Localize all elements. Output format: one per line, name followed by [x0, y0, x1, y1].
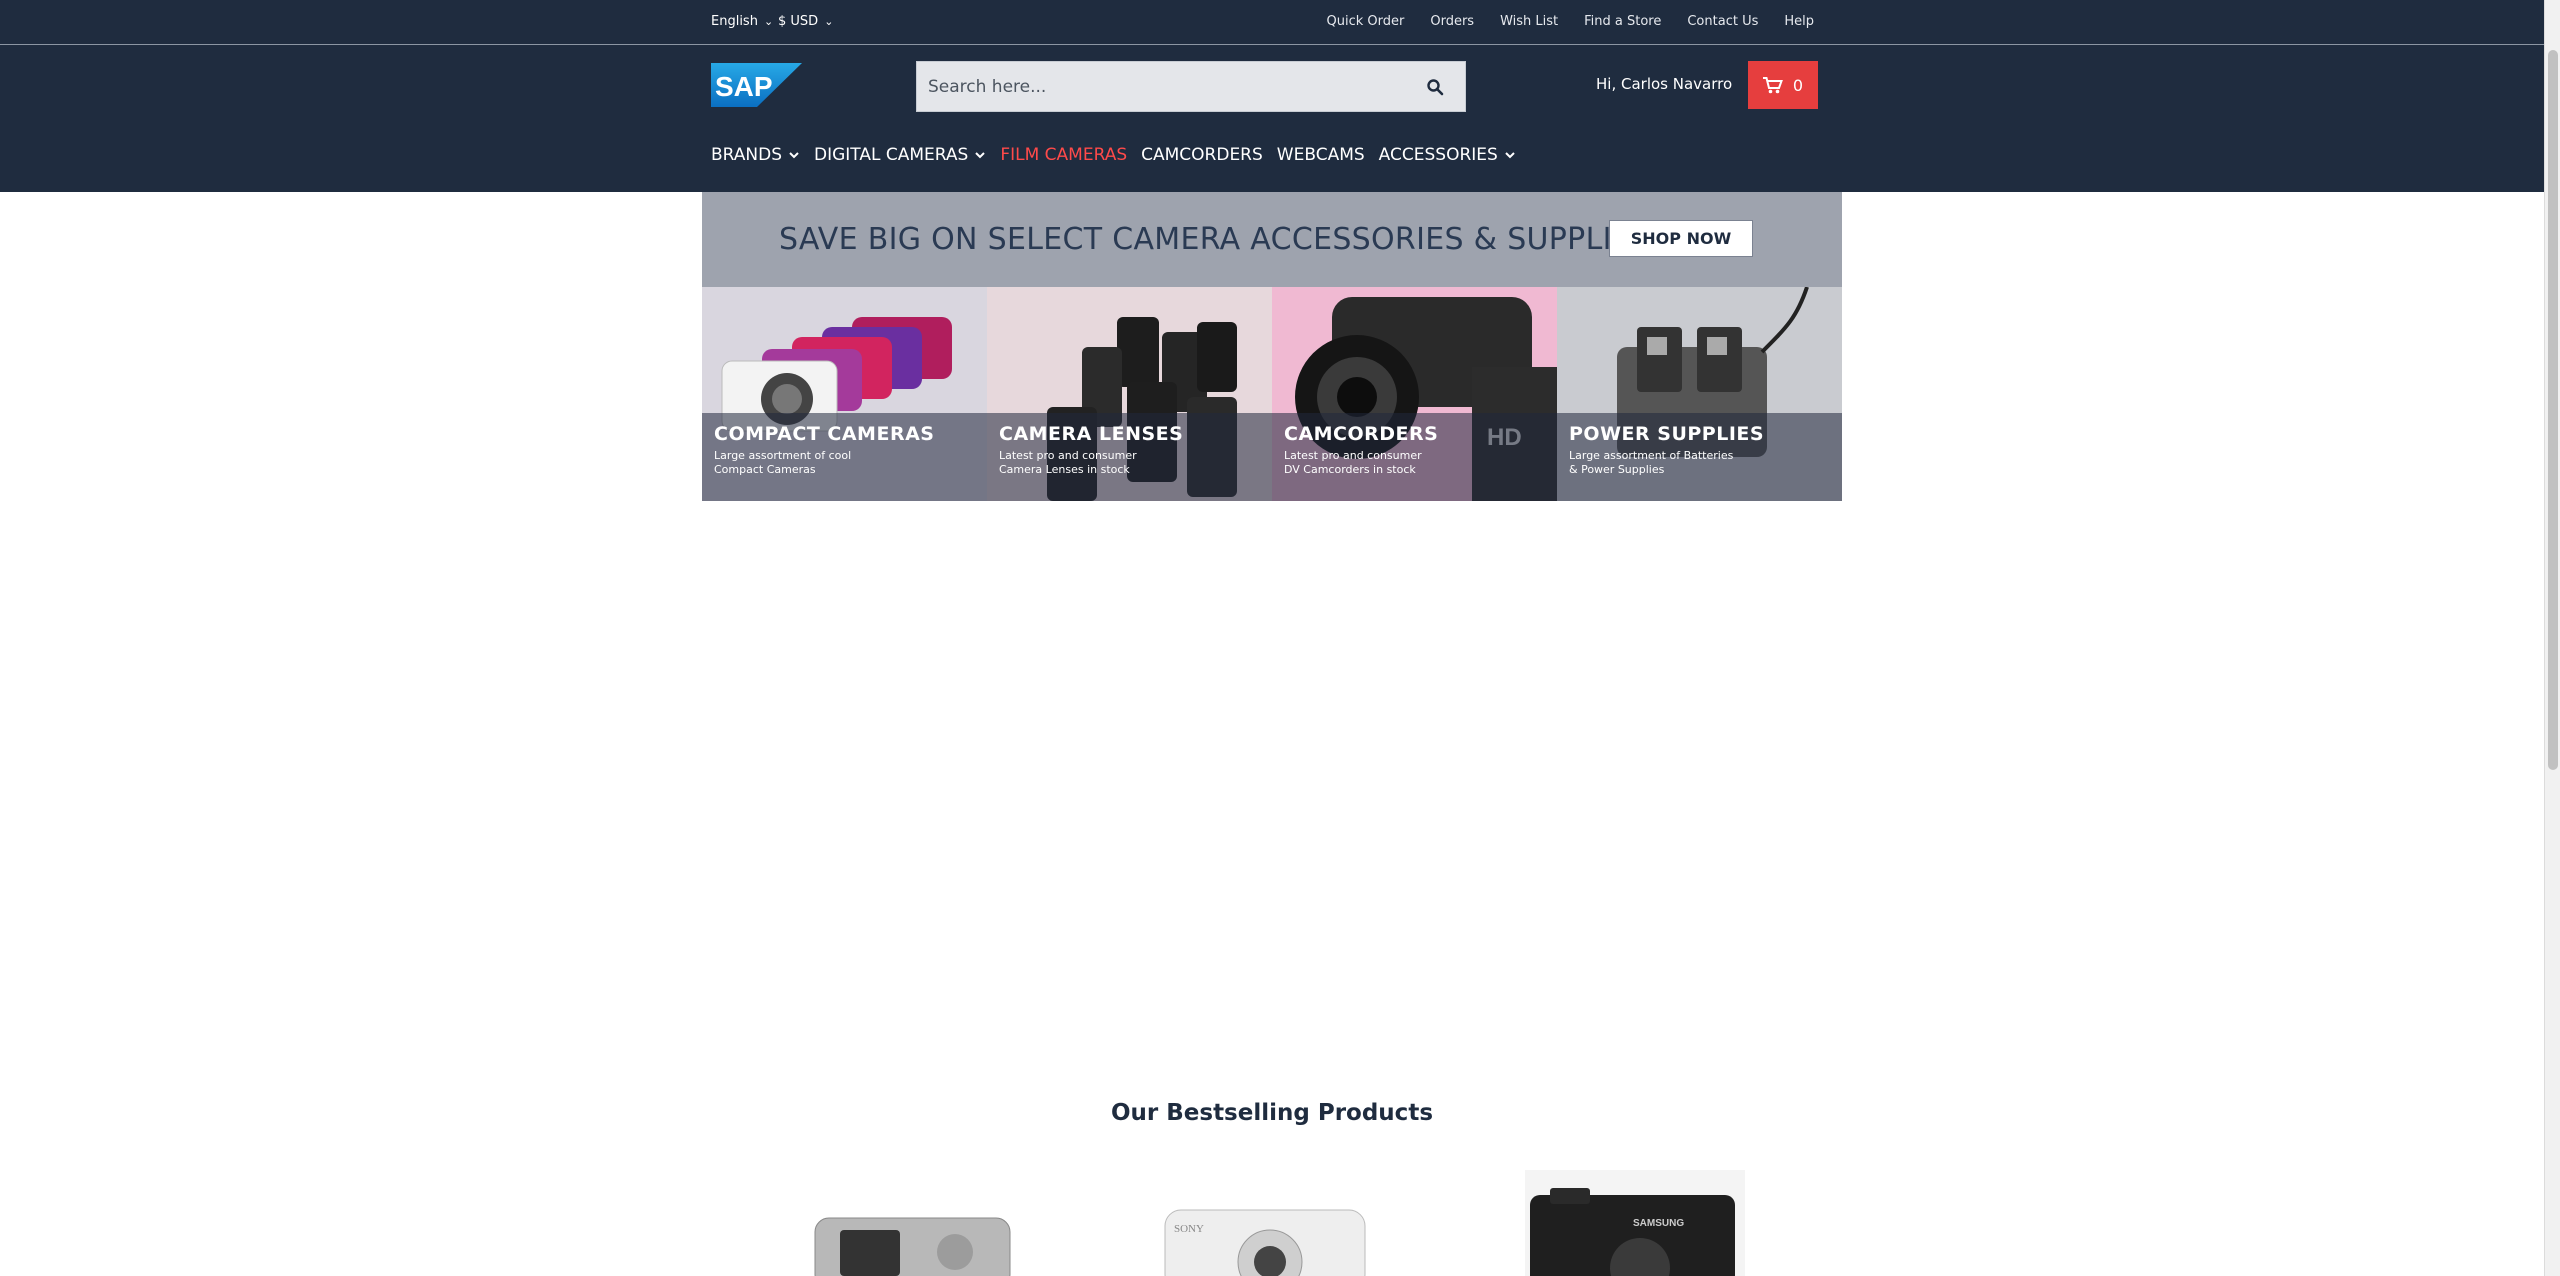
tile-title: COMPACT CAMERAS [714, 423, 935, 445]
tile-subtitle: Latest pro and consumer Camera Lenses in… [999, 449, 1137, 476]
search-icon [1427, 78, 1444, 95]
tile-caption: COMPACT CAMERAS Large assortment of cool… [702, 413, 987, 501]
nav-label: BRANDS [711, 145, 783, 165]
utility-links: Quick Order Orders Wish List Find a Stor… [1327, 14, 1815, 29]
nav-accessories[interactable]: ACCESSORIES [1379, 145, 1516, 165]
chevron-down-icon [975, 152, 986, 159]
chevron-down-icon: ⌄ [824, 15, 834, 28]
site-header: SAP Hi, Carlos Navarro 0 BRANDS [0, 45, 2544, 192]
product-thumbnail[interactable]: SAMSUNG [1520, 1170, 1750, 1276]
nav-label: ACCESSORIES [1378, 145, 1498, 165]
language-selector[interactable]: English ⌄ [711, 14, 776, 29]
cart-icon [1762, 76, 1783, 93]
nav-label: DIGITAL CAMERAS [814, 145, 969, 165]
tile-subtitle: Large assortment of Batteries & Power Su… [1569, 449, 1734, 476]
language-label: English [711, 14, 758, 29]
category-tiles: COMPACT CAMERAS Large assortment of cool… [702, 287, 1842, 501]
chevron-down-icon [789, 152, 799, 159]
link-find-a-store[interactable]: Find a Store [1584, 14, 1661, 29]
search-button[interactable] [1405, 62, 1465, 111]
link-quick-order[interactable]: Quick Order [1327, 14, 1405, 29]
link-orders[interactable]: Orders [1430, 14, 1474, 29]
product-brand: SONY [1174, 1223, 1204, 1235]
nav-label: CAMCORDERS [1141, 145, 1263, 165]
tile-title: POWER SUPPLIES [1569, 423, 1765, 445]
promo-text: SAVE BIG ON SELECT CAMERA ACCESSORIES & … [779, 222, 1651, 257]
product-thumbnail[interactable] [800, 1170, 1030, 1276]
product-image: SAMSUNG [1525, 1170, 1745, 1276]
link-help[interactable]: Help [1784, 14, 1814, 29]
scrollbar-thumb[interactable] [2548, 50, 2558, 770]
nav-brands[interactable]: BRANDS [711, 145, 800, 165]
nav-label: WEBCAMS [1276, 145, 1365, 165]
nav-webcams[interactable]: WEBCAMS [1277, 145, 1365, 165]
currency-label: $ USD [778, 14, 819, 29]
nav-camcorders[interactable]: CAMCORDERS [1141, 145, 1263, 165]
user-greeting[interactable]: Hi, Carlos Navarro [1596, 75, 1732, 93]
nav-digital-cameras[interactable]: DIGITAL CAMERAS [814, 145, 986, 165]
chevron-down-icon: ⌄ [763, 15, 774, 28]
search-input[interactable] [917, 62, 1397, 111]
tile-subtitle: Latest pro and consumer DV Camcorders in… [1284, 449, 1422, 476]
product-image: SONY [1164, 1209, 1366, 1276]
nav-label: FILM CAMERAS [1000, 145, 1128, 165]
cart-count: 0 [1792, 75, 1804, 95]
tile-power-supplies[interactable]: POWER SUPPLIES Large assortment of Batte… [1557, 287, 1842, 501]
tile-title: CAMERA LENSES [999, 423, 1184, 445]
tile-title: CAMCORDERS [1284, 423, 1439, 445]
chevron-down-icon [1505, 152, 1515, 159]
link-wish-list[interactable]: Wish List [1500, 14, 1558, 29]
promo-banner[interactable]: SAVE BIG ON SELECT CAMERA ACCESSORIES & … [702, 192, 1842, 287]
bestsellers-heading: Our Bestselling Products [1110, 1100, 1434, 1126]
nav-film-cameras[interactable]: FILM CAMERAS [1000, 145, 1127, 165]
product-brand: SAMSUNG [1633, 1218, 1684, 1229]
search-box [916, 61, 1466, 112]
page-scrollbar[interactable] [2544, 0, 2560, 1276]
tile-caption: CAMERA LENSES Latest pro and consumer Ca… [987, 413, 1272, 501]
product-image [814, 1217, 1011, 1276]
page: English ⌄ $ USD ⌄ Quick Order Orders Wish … [0, 0, 2560, 1276]
tile-compact-cameras[interactable]: COMPACT CAMERAS Large assortment of cool… [702, 287, 987, 501]
tile-camcorders[interactable]: HD CAMCORDERS Latest pro and consumer DV… [1272, 287, 1557, 501]
link-contact-us[interactable]: Contact Us [1687, 14, 1758, 29]
shop-now-button[interactable]: SHOP NOW [1609, 220, 1753, 257]
main-nav: BRANDS DIGITAL CAMERAS FILM CAMERAS CAMC… [711, 145, 1516, 165]
tile-caption: CAMCORDERS Latest pro and consumer DV Ca… [1272, 413, 1557, 501]
utility-bar: English ⌄ $ USD ⌄ Quick Order Orders Wish … [0, 0, 2544, 45]
tile-camera-lenses[interactable]: CAMERA LENSES Latest pro and consumer Ca… [987, 287, 1272, 501]
tile-subtitle: Large assortment of cool Compact Cameras [714, 449, 852, 476]
sap-logo[interactable]: SAP [711, 63, 802, 107]
product-thumbnail[interactable]: SONY [1150, 1170, 1380, 1276]
currency-selector[interactable]: $ USD ⌄ [778, 14, 836, 29]
cart-button[interactable]: 0 [1748, 61, 1818, 109]
tile-caption: POWER SUPPLIES Large assortment of Batte… [1557, 413, 1842, 501]
logo-text: SAP [715, 71, 773, 102]
